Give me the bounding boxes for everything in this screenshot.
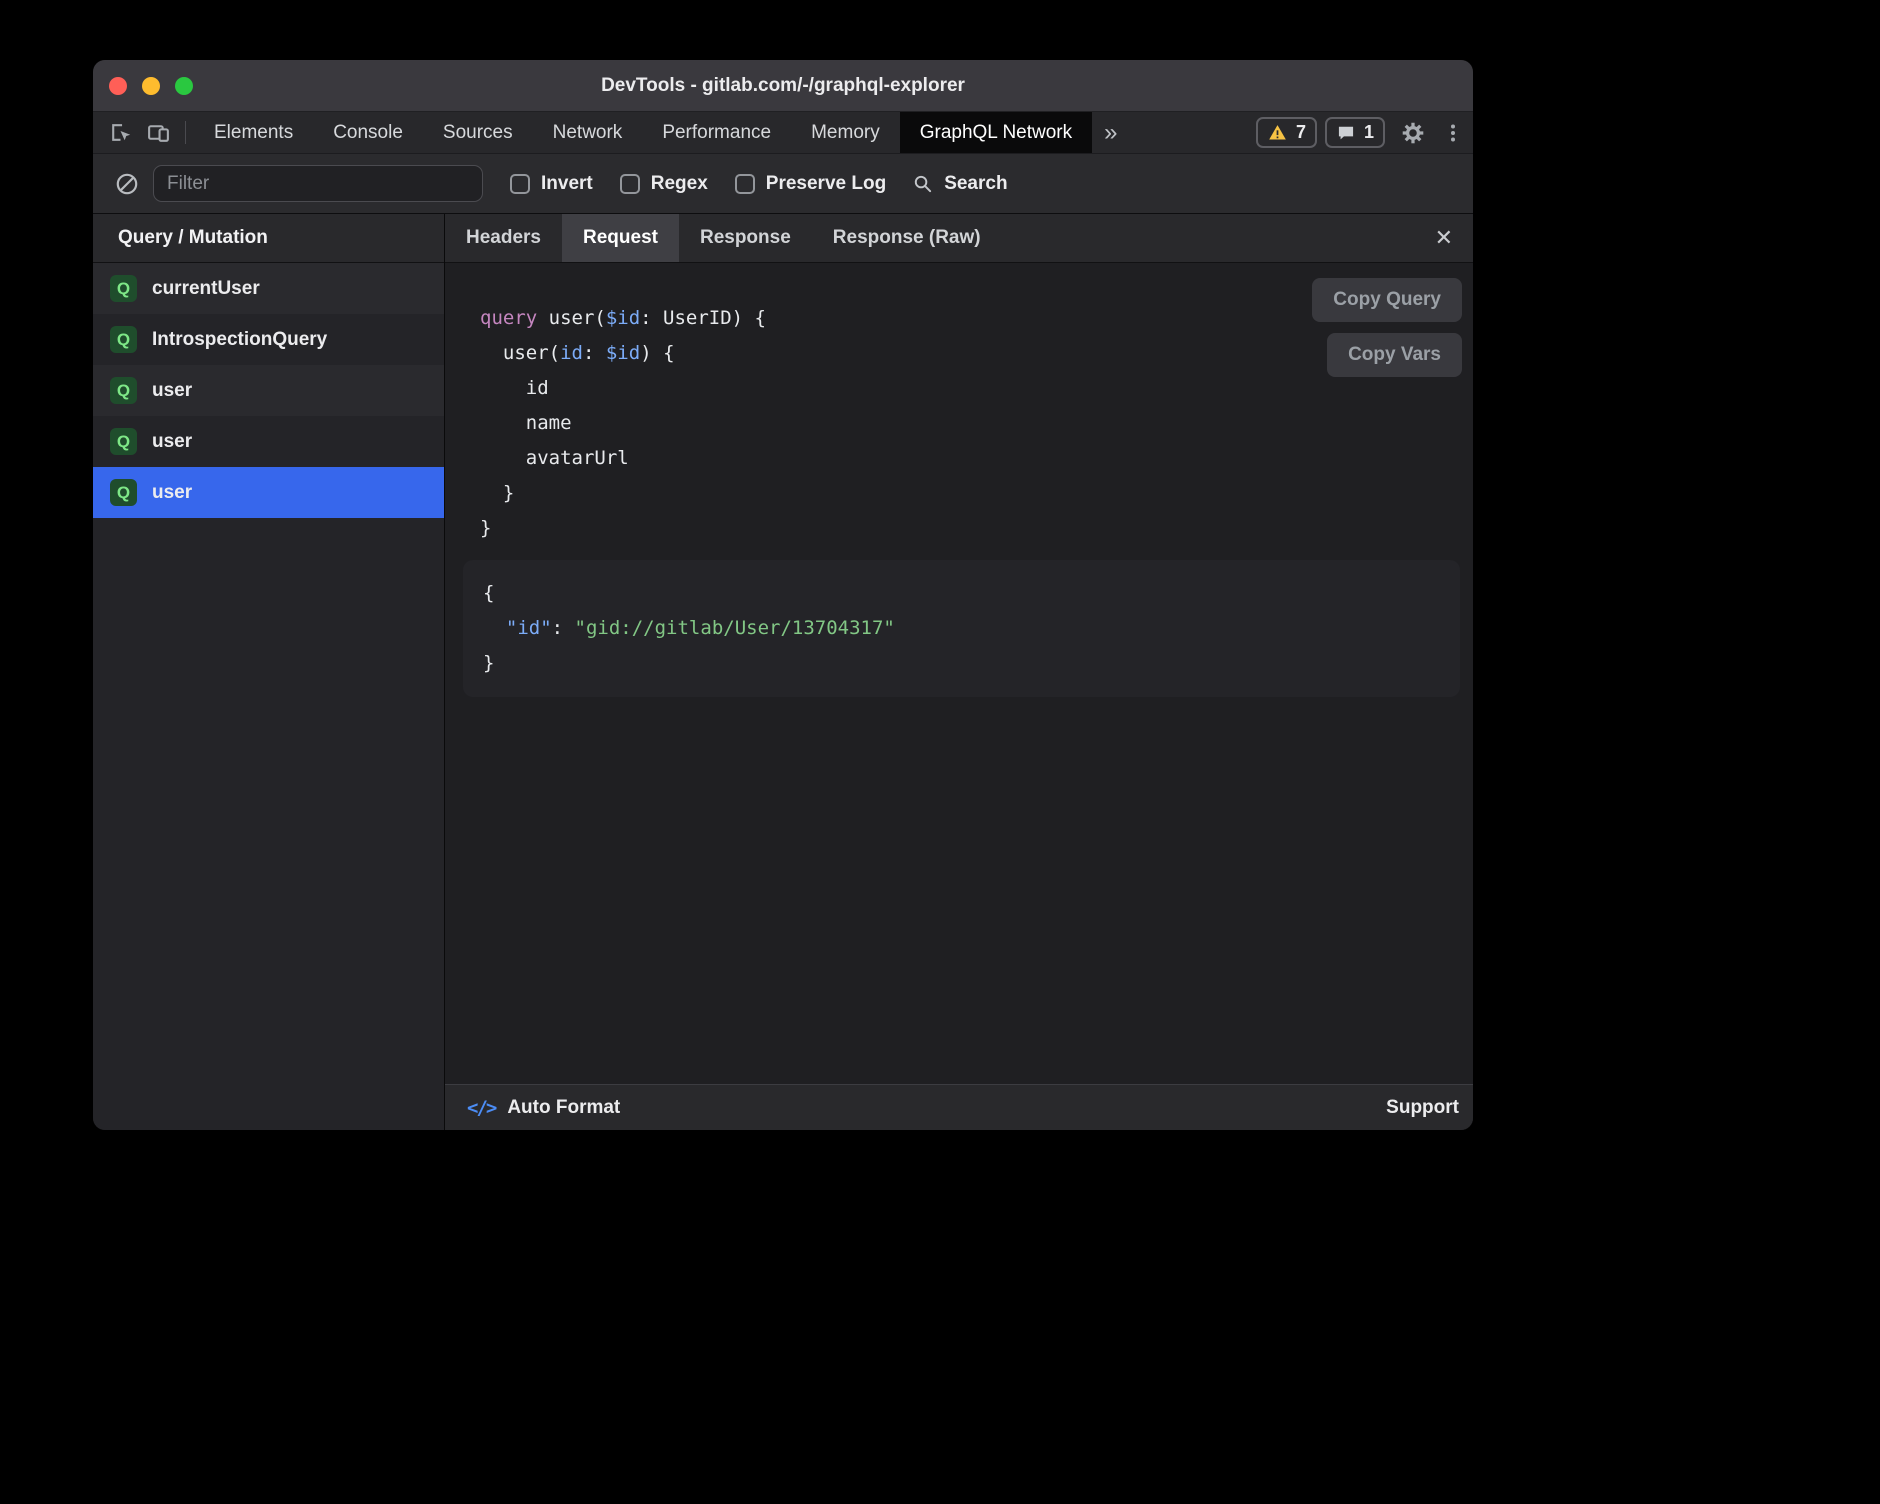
checkbox-box [620, 174, 640, 194]
detail-footer: </> Auto Format Support [445, 1084, 1473, 1130]
preserve-log-checkbox[interactable]: Preserve Log [735, 173, 886, 195]
zoom-window-button[interactable] [175, 77, 193, 95]
request-tab-content: Copy Query Copy Vars query user($id: Use… [445, 263, 1473, 1084]
code-line: "id": "gid://gitlab/User/13704317" [483, 611, 1440, 646]
speech-bubble-icon [1336, 123, 1356, 143]
issues-warning-badge[interactable]: 7 [1256, 117, 1317, 148]
tab-console[interactable]: Console [313, 112, 423, 153]
query-list-item[interactable]: Q currentUser [93, 263, 444, 314]
query-type-badge: Q [110, 479, 137, 506]
invert-checkbox[interactable]: Invert [510, 173, 593, 195]
minimize-window-button[interactable] [142, 77, 160, 95]
code-line: } [483, 646, 1440, 681]
clear-block-icon[interactable] [109, 171, 145, 197]
warning-count: 7 [1296, 122, 1306, 143]
auto-format-label[interactable]: Auto Format [507, 1097, 620, 1119]
query-list-item-label: user [152, 431, 192, 453]
close-detail-icon[interactable]: ✕ [1435, 227, 1453, 249]
query-type-badge: Q [110, 377, 137, 404]
toolbar-divider [185, 121, 186, 144]
regex-checkbox[interactable]: Regex [620, 173, 708, 195]
code-line: } [480, 511, 1473, 546]
search-control[interactable]: Search [911, 172, 1007, 195]
tab-sources[interactable]: Sources [423, 112, 533, 153]
checkbox-box [735, 174, 755, 194]
preserve-log-checkbox-label: Preserve Log [766, 173, 886, 195]
main-toolbar: Elements Console Sources Network Perform… [93, 112, 1473, 154]
search-icon [911, 172, 934, 195]
support-link[interactable]: Support [1386, 1097, 1459, 1119]
inspect-element-icon[interactable] [101, 112, 139, 153]
devtools-window: DevTools - gitlab.com/-/graphql-explorer… [93, 60, 1473, 1130]
tab-memory[interactable]: Memory [791, 112, 900, 153]
more-tabs-chevron[interactable]: » [1092, 112, 1129, 153]
invert-checkbox-label: Invert [541, 173, 593, 195]
tab-response-raw[interactable]: Response (Raw) [812, 214, 1002, 262]
code-line: } [480, 476, 1473, 511]
filter-input[interactable] [153, 165, 483, 202]
detail-tabs: Headers Request Response Response (Raw) … [445, 214, 1473, 263]
traffic-lights [109, 60, 193, 111]
kebab-menu-icon[interactable] [1433, 112, 1473, 153]
query-type-badge: Q [110, 326, 137, 353]
tab-request[interactable]: Request [562, 214, 679, 262]
window-title: DevTools - gitlab.com/-/graphql-explorer [601, 75, 965, 97]
messages-badge[interactable]: 1 [1325, 117, 1385, 148]
detail-panel: Headers Request Response Response (Raw) … [445, 214, 1473, 1130]
query-type-badge: Q [110, 275, 137, 302]
copy-query-button[interactable]: Copy Query [1312, 278, 1462, 322]
query-list-item[interactable]: Q IntrospectionQuery [93, 314, 444, 365]
query-list-item-label: IntrospectionQuery [152, 329, 327, 351]
tab-network[interactable]: Network [533, 112, 643, 153]
query-list-item-label: currentUser [152, 278, 260, 300]
settings-gear-icon[interactable] [1393, 112, 1433, 153]
close-window-button[interactable] [109, 77, 127, 95]
code-line: avatarUrl [480, 441, 1473, 476]
tab-performance[interactable]: Performance [642, 112, 791, 153]
search-label: Search [944, 173, 1007, 195]
warning-triangle-icon [1267, 122, 1288, 143]
regex-checkbox-label: Regex [651, 173, 708, 195]
query-list-panel: Query / Mutation Q currentUser Q Introsp… [93, 214, 445, 1130]
query-list-item[interactable]: Q user [93, 416, 444, 467]
filter-toolbar: Invert Regex Preserve Log Search [93, 154, 1473, 214]
checkbox-box [510, 174, 530, 194]
query-list-header: Query / Mutation [93, 214, 444, 263]
message-count: 1 [1364, 122, 1374, 143]
request-variables-block: { "id": "gid://gitlab/User/13704317" } [463, 560, 1460, 697]
titlebar: DevTools - gitlab.com/-/graphql-explorer [93, 60, 1473, 112]
tab-headers[interactable]: Headers [445, 214, 562, 262]
tab-elements[interactable]: Elements [194, 112, 313, 153]
query-list-item-selected[interactable]: Q user [93, 467, 444, 518]
copy-vars-button[interactable]: Copy Vars [1327, 333, 1462, 377]
device-toolbar-icon[interactable] [139, 112, 177, 153]
tab-response[interactable]: Response [679, 214, 812, 262]
code-line: { [483, 576, 1440, 611]
code-line: name [480, 406, 1473, 441]
query-list-item[interactable]: Q user [93, 365, 444, 416]
query-type-badge: Q [110, 428, 137, 455]
tab-graphql-network[interactable]: GraphQL Network [900, 112, 1092, 153]
query-list-item-label: user [152, 380, 192, 402]
auto-format-icon[interactable]: </> [467, 1097, 495, 1119]
query-list-item-label: user [152, 482, 192, 504]
